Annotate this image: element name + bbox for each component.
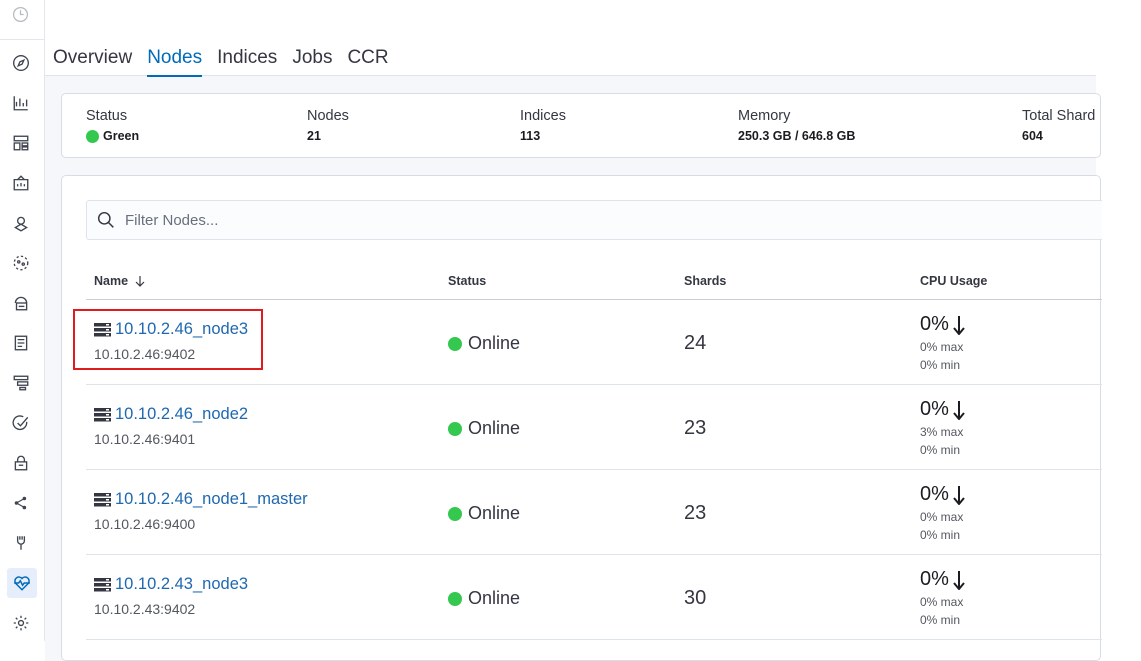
ml-icon[interactable] [11, 253, 31, 273]
server-icon [94, 492, 111, 506]
status-dot [448, 421, 462, 436]
nodes-label: Nodes [307, 108, 349, 124]
status-dot [86, 129, 99, 143]
node-cpu: 0% 0% max 0% min [920, 483, 965, 542]
filter-nodes-search[interactable] [86, 200, 1102, 240]
nodes-value: 21 [307, 129, 321, 143]
trend-down-icon [953, 570, 965, 590]
status-value: Green [103, 129, 140, 143]
management-icon[interactable] [11, 613, 31, 633]
cpu-min: 0% min [920, 528, 961, 542]
node-status: Online [448, 333, 520, 354]
compass-icon[interactable] [11, 53, 31, 73]
visualize-icon[interactable] [11, 93, 31, 113]
tab-bar: Overview Nodes Indices Jobs CCR [53, 47, 404, 77]
server-icon [94, 407, 111, 421]
node-cpu: 0% 0% max 0% min [920, 313, 965, 372]
column-status-header[interactable]: Status [448, 274, 486, 288]
node-shards: 23 [684, 502, 707, 524]
side-nav [0, 0, 45, 641]
memory-value: 250.3 GB / 646.8 GB [738, 129, 856, 143]
status-dot [448, 336, 462, 351]
page-header: Overview Nodes Indices Jobs CCR [45, 0, 1096, 77]
apm-icon[interactable] [11, 373, 31, 393]
status-label: Status [86, 108, 128, 124]
infrastructure-icon[interactable] [11, 293, 31, 313]
indices-label: Indices [520, 108, 566, 124]
cpu-max: 3% max [920, 425, 964, 439]
node-status: Online [448, 503, 520, 524]
server-icon [94, 577, 111, 591]
node-link[interactable]: 10.10.2.46_node2 [94, 405, 248, 424]
cluster-summary: Status Green Nodes 21 Indices 113 Memory… [61, 93, 1101, 158]
node-cpu: 0% 0% max 0% min [920, 568, 965, 627]
devtools-icon[interactable] [11, 533, 31, 553]
monitoring-icon[interactable] [7, 568, 37, 598]
cpu-max: 0% max [920, 340, 964, 354]
cpu-max: 0% max [920, 595, 964, 609]
nodes-panel: Name Status Shards CPU Usage 10.10.2.46_… [61, 175, 1102, 661]
column-cpu-header[interactable]: CPU Usage [920, 274, 987, 288]
canvas-icon[interactable] [11, 173, 31, 193]
total-shards-label: Total Shard [1022, 108, 1096, 124]
tab-overview[interactable]: Overview [53, 47, 132, 77]
node-status: Online [448, 588, 520, 609]
node-address: 10.10.2.46:9401 [94, 431, 196, 447]
status-dot [448, 591, 462, 606]
node-status: Online [448, 418, 520, 439]
node-shards: 24 [684, 332, 707, 354]
graph-icon[interactable] [11, 493, 31, 513]
table-row: 10.10.2.43_node3 10.10.2.43:9402 Online … [86, 555, 1102, 640]
node-shards: 30 [684, 587, 707, 609]
status-dot [448, 506, 462, 521]
node-address: 10.10.2.46:9400 [94, 516, 196, 532]
total-shards-value: 604 [1022, 129, 1043, 143]
column-shards-header[interactable]: Shards [684, 274, 726, 288]
sidebar-divider [0, 39, 45, 40]
node-link[interactable]: 10.10.2.46_node1_master [94, 490, 308, 509]
tab-nodes[interactable]: Nodes [147, 47, 203, 77]
indices-value: 113 [520, 129, 541, 143]
table-row: 10.10.2.46_node1_master 10.10.2.46:9400 … [86, 470, 1102, 555]
uptime-icon[interactable] [11, 413, 31, 433]
column-name-header[interactable]: Name [94, 274, 146, 288]
node-cpu: 0% 3% max 0% min [920, 398, 965, 457]
table-header: Name Status Shards CPU Usage [86, 271, 1102, 300]
cpu-min: 0% min [920, 358, 961, 372]
summary-status: Status Green [86, 108, 139, 143]
summary-total-shards: Total Shard 604 [1022, 108, 1095, 143]
node-address: 10.10.2.43:9402 [94, 601, 196, 617]
logs-icon[interactable] [11, 333, 31, 353]
tab-jobs[interactable]: Jobs [292, 47, 332, 77]
cpu-max: 0% max [920, 510, 964, 524]
summary-memory: Memory 250.3 GB / 646.8 GB [738, 108, 855, 143]
trend-down-icon [953, 485, 965, 505]
node-shards: 23 [684, 417, 707, 439]
highlight-box [73, 309, 263, 370]
trend-down-icon [953, 315, 965, 335]
dashboard-icon[interactable] [11, 133, 31, 153]
filter-nodes-input[interactable] [125, 211, 725, 229]
memory-label: Memory [738, 108, 791, 124]
maps-icon[interactable] [11, 213, 31, 233]
siem-icon[interactable] [11, 453, 31, 473]
arrow-down-icon [135, 276, 145, 287]
clock-icon[interactable] [12, 6, 29, 23]
tab-ccr[interactable]: CCR [347, 47, 388, 77]
tab-indices[interactable]: Indices [217, 47, 277, 77]
cpu-min: 0% min [920, 443, 961, 457]
cpu-min: 0% min [920, 613, 961, 627]
trend-down-icon [953, 400, 965, 420]
summary-nodes: Nodes 21 [307, 108, 349, 143]
node-link[interactable]: 10.10.2.43_node3 [94, 575, 248, 594]
table-row: 10.10.2.46_node2 10.10.2.46:9401 Online … [86, 385, 1102, 470]
search-icon [97, 211, 114, 228]
summary-indices: Indices 113 [520, 108, 566, 143]
